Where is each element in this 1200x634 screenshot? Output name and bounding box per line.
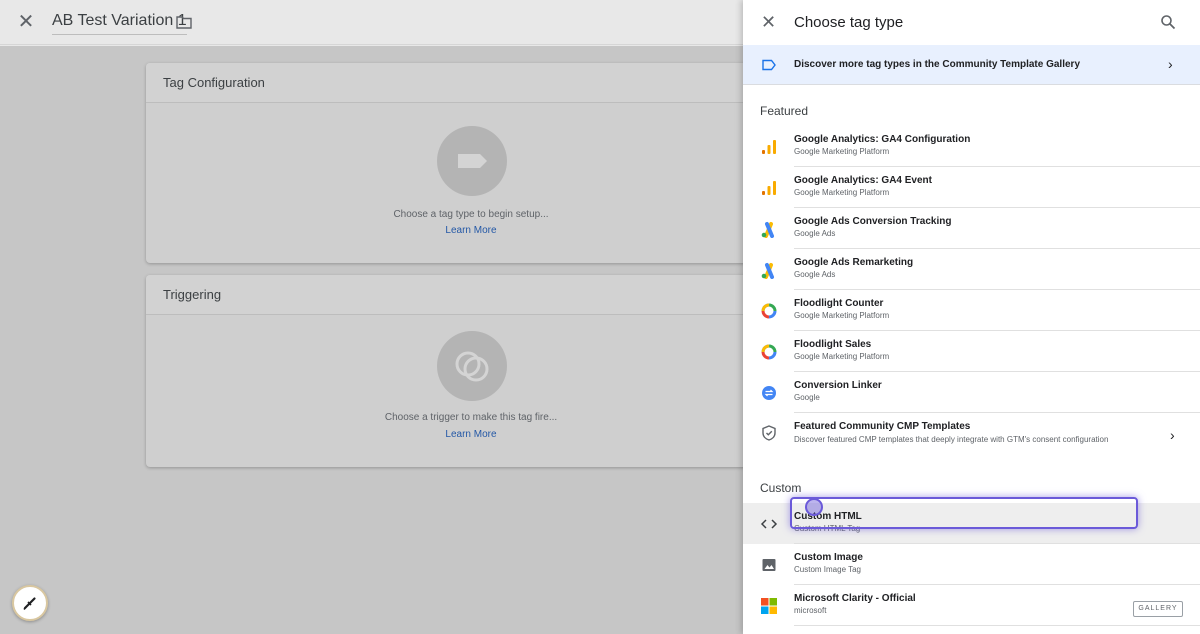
tag-type-row[interactable]: Google Analytics: GA4 Event Google Marke… [743,167,1200,208]
analytics-icon [762,140,776,154]
quill-icon [23,597,36,610]
code-icon [760,519,778,529]
tag-type-row[interactable]: Custom Image Custom Image Tag [743,544,1200,585]
tag-type-row[interactable]: Floodlight Counter Google Marketing Plat… [743,290,1200,331]
tag-placeholder-icon[interactable] [437,126,507,196]
selection-highlight [790,497,1138,529]
floodlight-icon [761,303,777,319]
panel-header: ✕ Choose tag type [743,0,1200,45]
section-title-featured: Featured [760,104,809,118]
section-title-custom: Custom [760,481,802,495]
triggering-card[interactable]: Triggering Choose a trigger to make this… [146,275,766,467]
cursor-indicator [805,498,823,516]
tag-type-row[interactable]: Microsoft Clarity - Official microsoft G… [743,585,1200,626]
banner-text: Discover more tag types in the Community… [794,59,1081,70]
choose-tag-type-panel: ✕ Choose tag type Discover more tag type… [743,0,1200,634]
learn-more-link[interactable]: Learn More [146,429,796,440]
learn-more-link[interactable]: Learn More [146,225,796,236]
analytics-icon [762,181,776,195]
card-header: Triggering [146,275,766,315]
tag-config-hint: Choose a tag type to begin setup... [393,209,549,220]
tag-type-row[interactable]: Google Ads Conversion Tracking Google Ad… [743,208,1200,249]
conversion-linker-icon [762,386,776,400]
panel-title: Choose tag type [794,14,904,31]
folder-icon[interactable] [176,15,192,29]
tag-type-row[interactable]: Conversion Linker Google [743,372,1200,413]
floodlight-icon [761,344,777,360]
image-icon [762,559,776,571]
tag-type-row[interactable]: Floodlight Sales Google Marketing Platfo… [743,331,1200,372]
assistant-fab-button[interactable] [12,585,48,621]
tag-type-row[interactable]: Google Ads Remarketing Google Ads [743,249,1200,290]
tag-type-row[interactable]: Featured Community CMP Templates Discove… [743,413,1200,465]
search-icon[interactable] [1160,14,1176,30]
close-icon[interactable]: ✕ [16,12,36,32]
chevron-right-icon: › [1170,427,1175,443]
tag-type-row[interactable]: Google Analytics: GA4 Configuration Goog… [743,126,1200,167]
chevron-right-icon: › [1168,56,1173,72]
tag-outline-icon [762,59,776,71]
card-header: Tag Configuration [146,63,766,103]
microsoft-icon [761,598,777,614]
close-icon[interactable]: ✕ [761,13,776,31]
tag-configuration-card[interactable]: Tag Configuration Choose a tag type to b… [146,63,766,263]
triggering-hint: Choose a trigger to make this tag fire..… [384,412,558,423]
tag-name-field[interactable]: AB Test Variation 1 [52,12,187,35]
trigger-placeholder-icon[interactable] [437,331,507,401]
community-gallery-banner[interactable]: Discover more tag types in the Community… [743,45,1200,85]
google-ads-icon [761,222,774,238]
shield-icon [762,425,776,441]
gallery-badge[interactable]: GALLERY [1133,601,1183,617]
google-ads-icon [761,263,774,279]
